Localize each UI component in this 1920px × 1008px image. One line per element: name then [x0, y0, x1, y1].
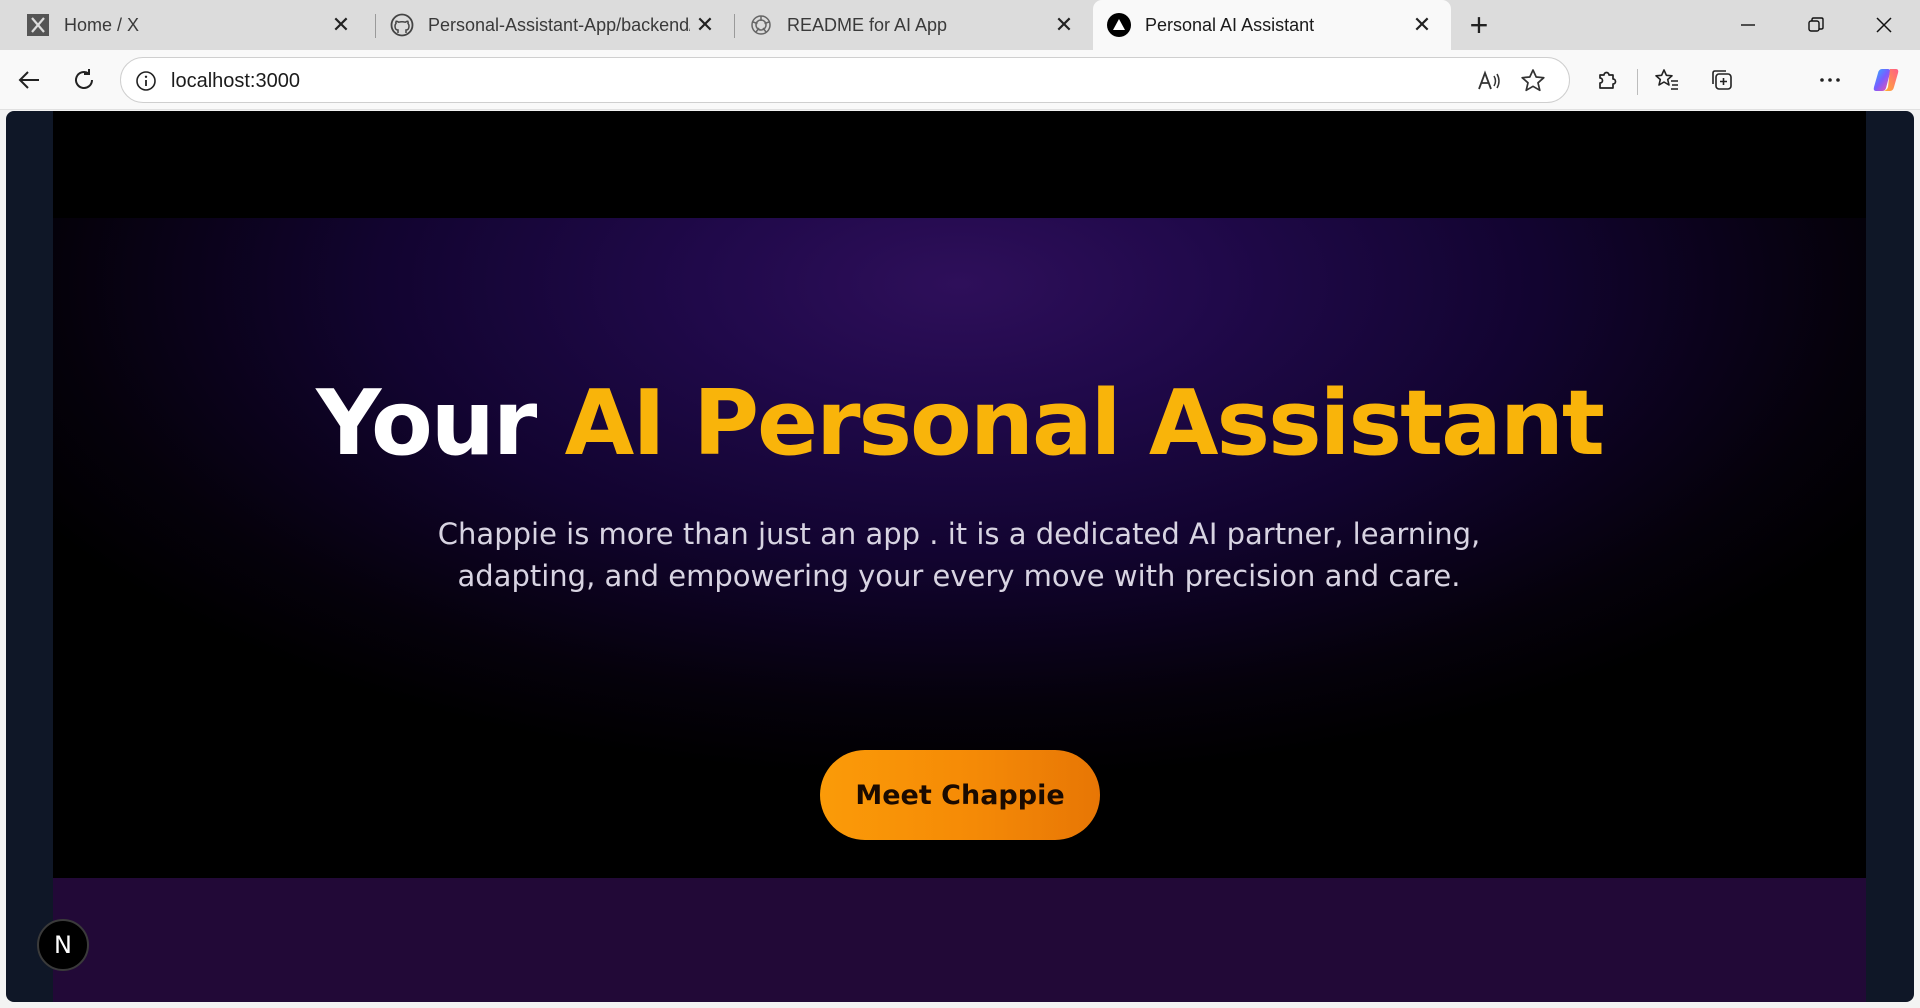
- vercel-triangle-icon: [1107, 13, 1131, 37]
- reload-icon: [75, 69, 93, 89]
- favorite-star-icon[interactable]: [1519, 67, 1547, 95]
- tab-strip: Home / X ✕ Personal-Assistant-App/backen…: [0, 0, 1920, 50]
- hero-title-plain: Your: [316, 371, 537, 476]
- tab-title: README for AI App: [787, 14, 948, 35]
- back-button[interactable]: [10, 60, 50, 100]
- hero-title-accent: AI Personal Assistant: [564, 371, 1605, 476]
- hero-section: Your AI Personal Assistant Chappie is mo…: [53, 218, 1866, 878]
- puzzle-icon: [1599, 71, 1617, 89]
- hero-title: Your AI Personal Assistant: [53, 371, 1866, 476]
- tab-home-x[interactable]: Home / X ✕: [12, 0, 370, 50]
- nextjs-dev-badge[interactable]: N: [37, 919, 89, 971]
- address-bar[interactable]: localhost:3000: [120, 57, 1570, 103]
- new-tab-button[interactable]: +: [1462, 7, 1496, 43]
- next-section: [53, 878, 1866, 1002]
- copilot-button[interactable]: [1866, 60, 1906, 100]
- hero-subtitle: Chappie is more than just an app . it is…: [409, 513, 1509, 597]
- minimize-icon: [1741, 24, 1755, 26]
- settings-menu-button[interactable]: [1810, 60, 1850, 100]
- close-icon[interactable]: ✕: [690, 10, 720, 40]
- tab-title: Personal-Assistant-App/backend/: [428, 14, 690, 35]
- tab-title: Home / X: [64, 14, 140, 35]
- restore-icon: [1808, 17, 1824, 32]
- close-window-button[interactable]: [1850, 0, 1918, 50]
- openai-icon: [749, 13, 773, 37]
- more-options-icon: [1820, 78, 1840, 82]
- meet-chappie-button[interactable]: Meet Chappie: [820, 750, 1100, 840]
- close-icon[interactable]: ✕: [1407, 10, 1437, 40]
- tab-github[interactable]: Personal-Assistant-App/backend/ ✕: [376, 0, 734, 50]
- close-icon[interactable]: ✕: [326, 10, 356, 40]
- read-aloud-icon[interactable]: [1475, 67, 1503, 95]
- page-body: Your AI Personal Assistant Chappie is mo…: [53, 111, 1866, 1002]
- copilot-icon: [1873, 69, 1899, 91]
- tab-personal-ai-assistant[interactable]: Personal AI Assistant ✕: [1093, 0, 1451, 50]
- hero-subtitle-line-2: adapting, and empowering your every move…: [457, 559, 1461, 593]
- favorites-button[interactable]: [1647, 60, 1687, 100]
- tab-title: Personal AI Assistant: [1145, 14, 1315, 35]
- tab-readme[interactable]: README for AI App ✕: [735, 0, 1093, 50]
- site-info-icon[interactable]: [135, 70, 157, 92]
- hero-subtitle-line-1: Chappie is more than just an app . it is…: [437, 517, 1481, 551]
- browser-toolbar: localhost:3000: [0, 50, 1920, 152]
- back-arrow-icon: [18, 71, 39, 89]
- browser-viewport: Your AI Personal Assistant Chappie is mo…: [6, 111, 1914, 1002]
- extensions-button[interactable]: [1588, 60, 1628, 100]
- close-icon: [1876, 17, 1892, 33]
- minimize-button[interactable]: [1714, 0, 1782, 50]
- url-text: localhost:3000: [171, 70, 300, 92]
- toolbar-divider: [1637, 69, 1638, 95]
- collections-icon: [1712, 70, 1732, 90]
- github-icon: [390, 13, 414, 37]
- close-icon[interactable]: ✕: [1049, 10, 1079, 40]
- restore-button[interactable]: [1782, 0, 1850, 50]
- x-logo-icon: [26, 13, 50, 37]
- favorites-list-icon: [1655, 69, 1678, 90]
- collections-button[interactable]: [1702, 60, 1742, 100]
- reload-button[interactable]: [64, 60, 104, 100]
